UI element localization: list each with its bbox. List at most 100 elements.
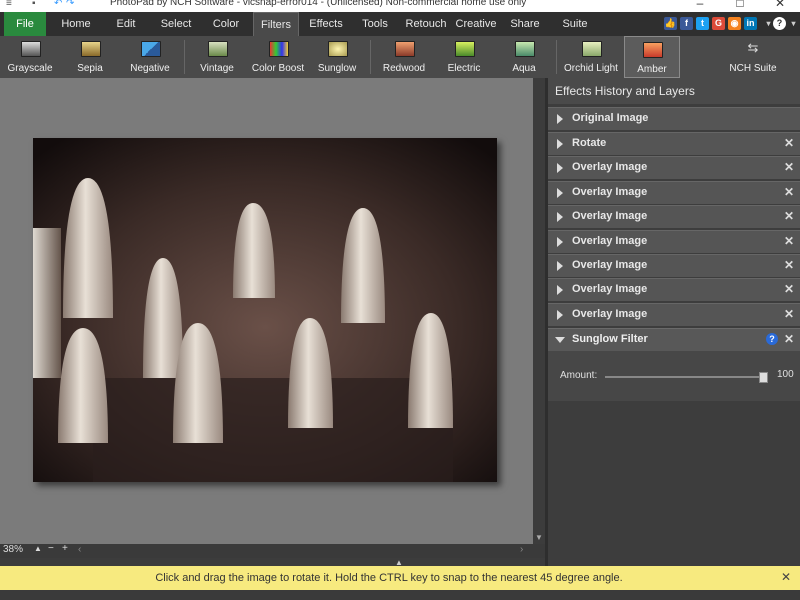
orchid-light-icon <box>582 41 602 57</box>
tab-share[interactable]: Share <box>504 12 546 36</box>
expand-icon[interactable] <box>557 285 563 295</box>
close-icon[interactable]: ✕ <box>784 209 794 223</box>
close-icon[interactable]: ✕ <box>784 307 794 321</box>
zoom-out-button[interactable]: − <box>48 543 54 554</box>
close-icon[interactable]: ✕ <box>784 282 794 296</box>
sepia-icon <box>81 41 101 57</box>
twitter-icon[interactable]: t <box>696 17 709 30</box>
layer-item[interactable]: Overlay Image ✕ <box>548 181 800 204</box>
zoom-level[interactable]: 38% <box>3 544 23 555</box>
sepia-button[interactable]: Sepia <box>64 36 116 78</box>
tab-color[interactable]: Color <box>203 12 249 36</box>
status-strip <box>0 590 800 600</box>
layer-item[interactable]: Overlay Image ✕ <box>548 254 800 277</box>
tab-retouch[interactable]: Retouch <box>403 12 449 36</box>
filters-toolbar: Grayscale Sepia Negative Vintage Color B… <box>0 36 800 79</box>
scroll-right-icon[interactable]: › <box>520 544 523 555</box>
expand-icon[interactable] <box>557 212 563 222</box>
color-boost-button[interactable]: Color Boost <box>250 36 306 78</box>
tab-filters[interactable]: Filters <box>253 12 299 36</box>
toolbar-divider <box>556 40 557 74</box>
menu-bar: File Home Edit Select Color Filters Effe… <box>0 12 800 36</box>
save-icon[interactable]: ▪ <box>32 0 36 9</box>
layer-item[interactable]: Overlay Image ✕ <box>548 205 800 228</box>
negative-button[interactable]: Negative <box>124 36 176 78</box>
title-bar: ≡ ▪ ↶ ↷ PhotoPad by NCH Software - vlcsn… <box>0 0 800 12</box>
scroll-left-icon[interactable]: ‹ <box>78 544 81 555</box>
amber-button[interactable]: Amber <box>624 36 680 78</box>
filter-settings: Amount: 100 <box>548 351 800 401</box>
scroll-down-icon[interactable]: ▼ <box>535 533 543 542</box>
grayscale-button[interactable]: Grayscale <box>4 36 56 78</box>
tab-effects[interactable]: Effects <box>303 12 349 36</box>
panel-expand-icon[interactable]: ▲ <box>395 558 403 567</box>
close-icon[interactable]: ✕ <box>784 136 794 150</box>
redo-icon[interactable]: ↷ <box>66 0 74 9</box>
nch-suite-button[interactable]: ⇆ NCH Suite <box>724 36 782 78</box>
help-dropdown-icon[interactable]: ▾ <box>787 17 800 30</box>
toolbar-divider <box>370 40 371 74</box>
amount-value: 100 <box>777 369 794 380</box>
close-icon[interactable]: ✕ <box>784 332 794 346</box>
expand-icon[interactable] <box>557 261 563 271</box>
aqua-button[interactable]: Aqua <box>498 36 550 78</box>
help-icon[interactable]: ? <box>773 17 786 30</box>
layer-item[interactable]: Original Image <box>548 107 800 130</box>
tab-file[interactable]: File <box>4 12 46 36</box>
amount-label: Amount: <box>560 370 598 381</box>
app-menu-icon[interactable]: ≡ <box>6 0 12 9</box>
sunglow-button[interactable]: Sunglow <box>312 36 362 78</box>
electric-button[interactable]: Electric <box>438 36 490 78</box>
close-icon[interactable]: ✕ <box>784 258 794 272</box>
close-window-button[interactable]: ✕ <box>770 0 790 10</box>
tab-suite[interactable]: Suite <box>552 12 598 36</box>
expand-icon[interactable] <box>557 139 563 149</box>
expand-icon[interactable] <box>557 310 563 320</box>
layer-item[interactable]: Overlay Image ✕ <box>548 156 800 179</box>
redwood-button[interactable]: Redwood <box>378 36 430 78</box>
zoom-bar: 38% ▲ − + ‹ › <box>0 543 545 558</box>
filter-name: Sunglow Filter <box>572 333 648 345</box>
maximize-button[interactable]: □ <box>730 0 750 10</box>
help-icon[interactable]: ? <box>766 333 778 345</box>
facebook-icon[interactable]: f <box>680 17 693 30</box>
linkedin-icon[interactable]: in <box>744 17 757 30</box>
expand-icon[interactable] <box>557 114 563 124</box>
zoom-dropdown-icon[interactable]: ▲ <box>34 544 42 553</box>
close-icon[interactable]: ✕ <box>784 234 794 248</box>
expand-icon[interactable] <box>557 237 563 247</box>
tab-edit[interactable]: Edit <box>104 12 148 36</box>
layer-item[interactable]: Overlay Image ✕ <box>548 303 800 326</box>
tab-creative[interactable]: Creative <box>452 12 500 36</box>
like-icon[interactable]: 👍 <box>664 17 677 30</box>
vintage-button[interactable]: Vintage <box>192 36 242 78</box>
sunglow-filter-header[interactable]: Sunglow Filter ? ✕ <box>548 328 800 351</box>
close-icon[interactable]: ✕ <box>784 160 794 174</box>
window-title: PhotoPad by NCH Software - vlcsnap-error… <box>110 0 527 8</box>
vertical-scrollbar[interactable]: ▼ <box>533 78 545 544</box>
close-hint-icon[interactable]: ✕ <box>781 570 791 584</box>
effects-history-panel: Effects History and Layers Original Imag… <box>548 78 800 566</box>
expand-icon[interactable] <box>557 188 563 198</box>
amount-slider-thumb[interactable] <box>759 372 768 383</box>
color-boost-icon <box>269 41 289 57</box>
google-plus-icon[interactable]: G <box>712 17 725 30</box>
minimize-button[interactable]: – <box>690 0 710 10</box>
layer-item[interactable]: Overlay Image ✕ <box>548 230 800 253</box>
expand-icon[interactable] <box>557 163 563 173</box>
rss-icon[interactable]: ◉ <box>728 17 741 30</box>
orchid-light-button[interactable]: Orchid Light <box>562 36 620 78</box>
close-icon[interactable]: ✕ <box>784 185 794 199</box>
amount-slider-track[interactable] <box>605 372 768 383</box>
tab-home[interactable]: Home <box>53 12 99 36</box>
layer-item[interactable]: Overlay Image ✕ <box>548 278 800 301</box>
undo-icon[interactable]: ↶ <box>54 0 62 9</box>
zoom-in-button[interactable]: + <box>62 543 68 554</box>
photo-image[interactable] <box>33 138 497 482</box>
layer-item[interactable]: Rotate ✕ <box>548 132 800 155</box>
tab-tools[interactable]: Tools <box>353 12 397 36</box>
collapse-icon[interactable] <box>555 337 565 343</box>
tab-select[interactable]: Select <box>153 12 199 36</box>
electric-icon <box>455 41 475 57</box>
aqua-icon <box>515 41 535 57</box>
